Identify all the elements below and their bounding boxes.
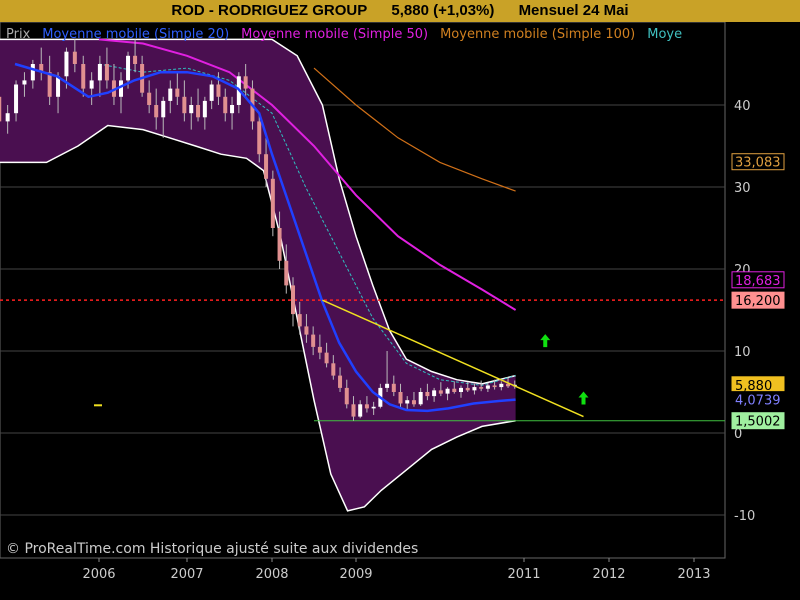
candle-body-13 [104,64,109,81]
candle-body-21 [161,100,166,118]
candle-body-6 [47,72,52,97]
candle-body-63 [445,388,450,394]
legend-item-0: Prix [6,27,31,42]
candle-body-40 [291,285,295,315]
candle-body-9 [72,51,77,64]
candle-body-28 [209,84,214,101]
candle-body-20 [154,105,159,118]
candle-body-16 [126,55,131,81]
candle-body-27 [202,100,207,118]
candle-body-23 [175,88,180,97]
candle-body-36 [264,154,269,179]
candle-body-62 [438,390,443,394]
candle-body-56 [398,392,403,404]
candle-body-22 [168,88,173,101]
price-tag-1: 18,683 [735,274,781,289]
candle-body-30 [223,96,228,114]
candle-body-70 [492,385,497,388]
candle-body-71 [499,383,504,388]
candle-body-15 [119,80,123,97]
candle-body-8 [64,51,69,77]
candle-body-19 [147,92,152,105]
candle-body-1 [5,113,10,122]
candle-body-39 [284,260,289,286]
candle-body-0 [0,96,2,122]
copyright-note: © ProRealTime.com Historique ajusté suit… [6,541,418,557]
period-label: Mensuel 24 Mai [518,2,629,19]
candle-body-17 [133,55,138,64]
candle-body-25 [189,105,194,114]
candle-body-60 [425,392,430,397]
candle-body-61 [432,390,437,397]
candle-body-67 [472,387,477,391]
legend-item-4: Moye [647,27,682,42]
candle-body-26 [196,105,201,118]
candle-body-43 [311,334,316,347]
candle-body-58 [411,400,416,405]
x-tick-label-2012: 2012 [592,567,625,582]
candle-body-41 [297,314,302,327]
candle-body-68 [479,387,484,389]
candle-body-46 [331,363,336,376]
legend-item-1: Moyenne mobile (Simple 20) [42,27,229,42]
candle-body-12 [97,64,102,81]
candle-body-51 [364,404,369,409]
candle-body-24 [182,96,187,114]
y-tick-label--10: -10 [734,509,755,524]
y-tick-label-10: 10 [734,345,751,360]
candle-body-29 [216,84,221,97]
legend-item-3: Moyenne mobile (Simple 100) [440,27,635,42]
x-tick-label-2008: 2008 [255,567,288,582]
chart-window: -10 0 10 20 30 40 2006 2007 2008 2009 2011 2012 2013… [0,0,800,600]
yellow-marker [94,404,102,407]
y-tick-label-30: 30 [734,181,751,196]
x-tick-label-2006: 2006 [82,567,115,582]
legend-item-2: Moyenne mobile (Simple 50) [241,27,428,42]
candle-body-37 [270,178,275,228]
price-tag-4: 4,0739 [735,394,781,409]
price-tag-5: 1,5002 [735,415,781,430]
candle-body-31 [230,105,235,114]
candle-body-3 [22,80,27,85]
candle-body-48 [344,387,349,405]
candle-body-11 [89,80,94,89]
y-tick-label-40: 40 [734,99,751,114]
candle-body-33 [243,76,248,89]
candle-body-50 [358,404,363,417]
candle-body-47 [338,375,343,388]
candle-body-2 [14,84,19,114]
x-tick-label-2009: 2009 [339,567,372,582]
candle-body-55 [391,383,396,392]
candle-body-44 [317,346,322,353]
ticker-name: ROD - RODRIGUEZ GROUP [171,2,368,19]
candle-body-69 [485,385,490,389]
candle-body-35 [257,121,262,155]
candle-body-42 [304,326,309,335]
candle-body-57 [405,400,410,404]
candle-body-4 [30,64,35,81]
candle-body-64 [452,388,457,392]
candle-body-66 [465,387,470,391]
candle-body-52 [371,406,376,409]
price-chart[interactable]: -100102030402006 2007 2008 2009 2011 2012 2013… [0,0,800,600]
candle-body-54 [385,383,390,388]
x-tick-label-2007: 2007 [170,567,203,582]
price-tag-0: 33,083 [735,156,781,171]
candle-body-59 [418,392,423,405]
x-tick-label-2011: 2011 [507,567,540,582]
chart-title-bar: ROD - RODRIGUEZ GROUP 5,880 (+1,03%) Men… [0,0,800,22]
x-tick-label-2013: 2013 [677,567,710,582]
price-change: 5,880 (+1,03%) [391,2,495,19]
candle-body-38 [277,228,282,261]
candle-body-49 [351,404,356,417]
candle-body-10 [81,64,86,89]
candle-body-65 [459,387,463,392]
price-tag-2: 16,200 [735,294,781,309]
candle-body-45 [324,352,329,364]
